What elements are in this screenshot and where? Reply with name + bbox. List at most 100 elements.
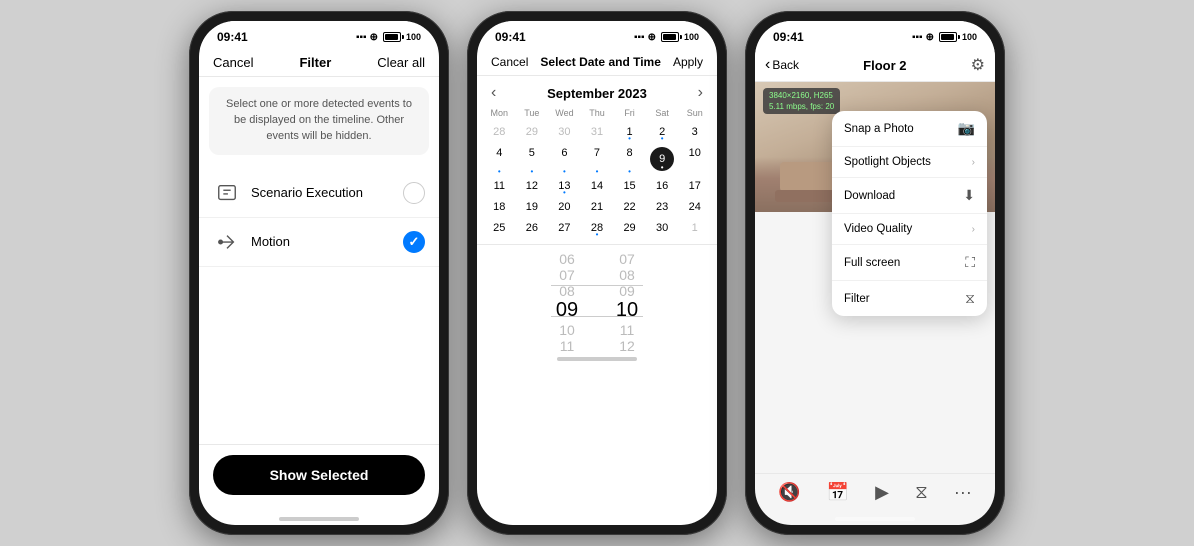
calendar-day[interactable]: 20 [548,197,581,217]
phones-container: 09:41 ▪▪▪ ⊕ 100 Cancel Filter Clear all … [0,0,1194,546]
calendar-day[interactable]: 22 [613,197,646,217]
calendar-day[interactable]: 21 [581,197,614,217]
phone1-screen: 09:41 ▪▪▪ ⊕ 100 Cancel Filter Clear all … [199,21,439,525]
day-header-sun: Sun [678,106,711,120]
calendar-day[interactable]: 4 [483,143,516,175]
status-time-3: 09:41 [773,30,804,44]
calendar-day[interactable]: 25 [483,218,516,238]
calendar-day[interactable]: 3 [678,122,711,142]
chevron-right-icon-2: › [972,224,975,235]
camera-badge-line1: 3840×2160, H265 [769,90,834,101]
calendar-day[interactable]: 11 [483,176,516,196]
calendar-day[interactable]: 29 [613,218,646,238]
time-item: 11 [537,338,597,351]
play-icon[interactable]: ▶ [875,482,889,503]
show-selected-button[interactable]: Show Selected [213,455,425,495]
spotlight-menu-item[interactable]: Spotlight Objects › [832,147,987,178]
phone3-screen: 09:41 ▪▪▪ ⊕ 100 ‹ Back Floor 2 ⚙ [755,21,995,525]
filter-icon: ⧖ [965,290,975,307]
status-icons-1: ▪▪▪ ⊕ 100 [356,32,421,43]
calendar-day[interactable]: 26 [516,218,549,238]
calendar-day[interactable]: 28 [581,218,614,238]
camera-icon: 📷 [958,120,975,137]
calendar-day[interactable]: 13 [548,176,581,196]
video-quality-menu-item[interactable]: Video Quality › [832,214,987,245]
calendar-day[interactable]: 28 [483,122,516,142]
calendar-day[interactable]: 30 [646,218,679,238]
cancel-button-1[interactable]: Cancel [213,55,253,70]
snap-photo-label: Snap a Photo [844,123,914,135]
phone2-screen: 09:41 ▪▪▪ ⊕ 100 Cancel Select Date and T… [477,21,717,525]
calendar-day[interactable]: 19 [516,197,549,217]
fullscreen-label: Full screen [844,257,900,269]
back-button[interactable]: ‹ Back [765,56,799,74]
fullscreen-icon: ⛶ [965,254,975,271]
status-time-1: 09:41 [217,30,248,44]
download-label: Download [844,190,895,202]
calendar-day[interactable]: 15 [613,176,646,196]
status-icons-3: ▪▪▪ ⊕ 100 [912,32,977,43]
calendar-day[interactable]: 16 [646,176,679,196]
phone3-nav: ‹ Back Floor 2 ⚙ [755,49,995,82]
snap-photo-menu-item[interactable]: Snap a Photo 📷 [832,111,987,147]
download-menu-item[interactable]: Download ⬇ [832,178,987,214]
status-bar-1: 09:41 ▪▪▪ ⊕ 100 [199,21,439,49]
select-datetime-title: Select Date and Time [540,55,661,69]
calendar-day[interactable]: 14 [581,176,614,196]
next-month-button[interactable]: › [698,84,703,102]
calendar-day[interactable]: 23 [646,197,679,217]
phone2-nav: Cancel Select Date and Time Apply [477,49,717,76]
video-quality-label: Video Quality [844,223,912,235]
calendar-day[interactable]: 1 [613,122,646,142]
hour-column[interactable]: 06 07 08 09 10 11 12 [537,251,597,351]
phone-filter: 09:41 ▪▪▪ ⊕ 100 Cancel Filter Clear all … [189,11,449,535]
phone1-nav: Cancel Filter Clear all [199,49,439,77]
calendar-day[interactable]: 24 [678,197,711,217]
calendar-day[interactable]: 18 [483,197,516,217]
list-item: Scenario Execution [199,169,439,218]
home-indicator-2 [557,357,637,361]
scenario-toggle[interactable] [403,182,425,204]
fullscreen-menu-item[interactable]: Full screen ⛶ [832,245,987,281]
calendar-grid: Mon Tue Wed Thu Fri Sat Sun 282930311234… [477,106,717,238]
battery-pct-3: 100 [962,32,977,42]
calendar-day[interactable]: 31 [581,122,614,142]
time-picker[interactable]: 06 07 08 09 10 11 12 07 08 09 10 11 12 1… [491,251,703,351]
calendar-day[interactable]: 5 [516,143,549,175]
calendar-day[interactable]: 2 [646,122,679,142]
status-time-2: 09:41 [495,30,526,44]
apply-button[interactable]: Apply [673,55,703,69]
context-menu: Snap a Photo 📷 Spotlight Objects › Downl… [832,111,987,316]
wifi-icon-1: ⊕ [370,32,378,43]
signal-icon-2: ▪▪▪ [634,32,645,43]
calendar-day[interactable]: 6 [548,143,581,175]
settings-icon[interactable]: ⚙ [971,55,985,75]
battery-icon-3 [939,32,957,42]
calendar-day[interactable]: 7 [581,143,614,175]
clear-all-button[interactable]: Clear all [377,55,425,70]
list-item: Motion [199,218,439,267]
calendar-day[interactable]: 9 [646,143,679,175]
filter-menu-item[interactable]: Filter ⧖ [832,281,987,316]
phone1-bottom: Show Selected [199,444,439,511]
calendar-day[interactable]: 17 [678,176,711,196]
more-icon[interactable]: ··· [954,482,972,503]
prev-month-button[interactable]: ‹ [491,84,496,102]
calendar-days: 2829303112345678910111213141516171819202… [483,122,711,238]
calendar-icon[interactable]: 📅 [827,482,849,503]
minute-column[interactable]: 07 08 09 10 11 12 13 [597,251,657,351]
time-item: 08 [537,283,597,299]
calendar-day[interactable]: 12 [516,176,549,196]
cancel-button-2[interactable]: Cancel [491,55,528,69]
calendar-separator [477,244,717,245]
calendar-day[interactable]: 27 [548,218,581,238]
calendar-day[interactable]: 1 [678,218,711,238]
calendar-day[interactable]: 8 [613,143,646,175]
calendar-day[interactable]: 29 [516,122,549,142]
motion-toggle[interactable] [403,231,425,253]
volume-icon[interactable]: 🔇 [778,482,800,503]
calendar-day[interactable]: 10 [678,143,711,175]
calendar-header: ‹ September 2023 › [477,76,717,106]
calendar-day[interactable]: 30 [548,122,581,142]
funnel-icon[interactable]: ⧖ [915,482,928,503]
